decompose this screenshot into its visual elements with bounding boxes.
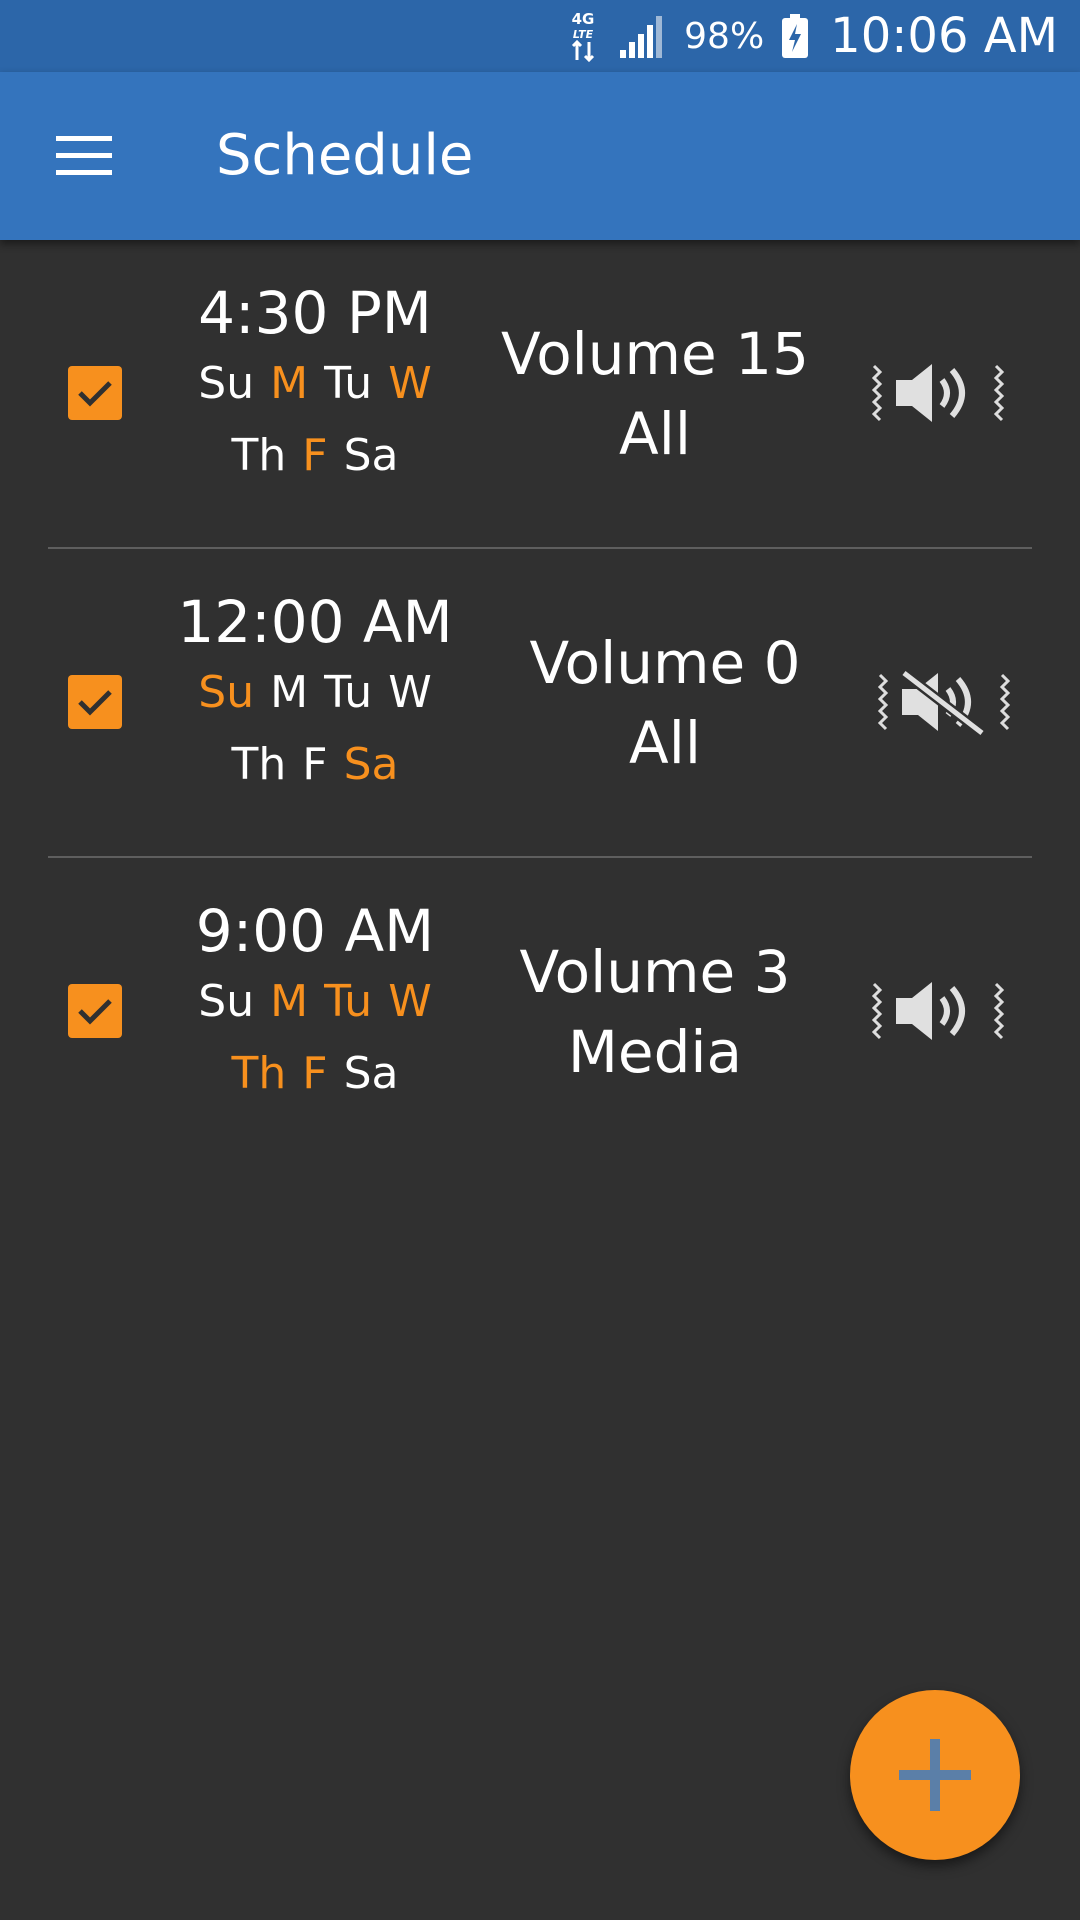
volume-stream: All — [629, 709, 701, 777]
status-clock: 10:06 AM — [830, 8, 1058, 64]
status-bar: 4G LTE 98% 10:06 AM — [0, 0, 1080, 72]
day-thursday: Th — [231, 1048, 287, 1099]
days-line-2: Th F Sa — [150, 1038, 480, 1110]
check-icon — [78, 690, 112, 716]
day-saturday: Sa — [343, 1048, 399, 1099]
volume-stream: All — [619, 400, 691, 468]
schedule-time: 4:30 PM — [198, 279, 432, 347]
enabled-checkbox[interactable] — [68, 366, 122, 420]
schedule-time-block: 12:00 AM Su M Tu W Th F Sa — [150, 587, 480, 801]
schedule-list: 4:30 PM Su M Tu W Th F Sa Volume 15 All — [0, 240, 1080, 1167]
day-friday: F — [302, 1048, 328, 1099]
day-sunday: Su — [198, 667, 255, 718]
days-line-1: Su M Tu W — [150, 348, 480, 420]
days-line-1: Su M Tu W — [150, 966, 480, 1038]
mute-vibrate-icon — [877, 669, 1011, 737]
day-saturday: Sa — [343, 739, 399, 790]
check-icon — [78, 381, 112, 407]
schedule-time: 9:00 AM — [195, 897, 435, 965]
lte-icon: 4G LTE — [566, 8, 600, 64]
add-schedule-button[interactable] — [850, 1690, 1020, 1860]
check-icon — [78, 999, 112, 1025]
volume-block: Volume 3 Media — [480, 932, 830, 1092]
volume-level: Volume 0 — [529, 629, 801, 697]
day-tuesday: Tu — [324, 667, 373, 718]
volume-level: Volume 3 — [519, 938, 791, 1006]
day-monday: M — [270, 667, 309, 718]
schedule-row[interactable]: 12:00 AM Su M Tu W Th F Sa Volume 0 All — [0, 549, 1080, 858]
signal-icon — [616, 12, 668, 60]
app-bar: Schedule — [0, 72, 1080, 240]
day-wednesday: W — [388, 976, 432, 1027]
day-tuesday: Tu — [324, 358, 373, 409]
svg-text:4G: 4G — [572, 10, 595, 28]
page-title: Schedule — [216, 123, 474, 188]
hamburger-menu-icon — [56, 136, 112, 175]
day-monday: M — [270, 358, 309, 409]
battery-charging-icon — [780, 12, 810, 60]
day-thursday: Th — [231, 430, 287, 481]
day-friday: F — [302, 430, 328, 481]
plus-icon — [899, 1739, 971, 1811]
day-sunday: Su — [198, 976, 255, 1027]
day-wednesday: W — [388, 667, 432, 718]
volume-level: Volume 15 — [501, 320, 809, 388]
schedule-time: 12:00 AM — [177, 588, 453, 656]
schedule-row[interactable]: 4:30 PM Su M Tu W Th F Sa Volume 15 All — [0, 240, 1080, 549]
day-saturday: Sa — [343, 430, 399, 481]
volume-vibrate-icon — [871, 982, 1005, 1040]
volume-stream: Media — [567, 1018, 743, 1086]
day-sunday: Su — [198, 358, 255, 409]
volume-vibrate-icon — [871, 364, 1005, 422]
schedule-row[interactable]: 9:00 AM Su M Tu W Th F Sa Volume 3 Media — [0, 858, 1080, 1167]
day-monday: M — [270, 976, 309, 1027]
day-friday: F — [302, 739, 328, 790]
volume-block: Volume 15 All — [480, 314, 830, 474]
battery-percentage: 98% — [684, 15, 765, 57]
enabled-checkbox[interactable] — [68, 675, 122, 729]
menu-button[interactable] — [38, 116, 130, 196]
days-line-2: Th F Sa — [150, 420, 480, 492]
svg-text:LTE: LTE — [573, 28, 594, 41]
schedule-time-block: 9:00 AM Su M Tu W Th F Sa — [150, 896, 480, 1110]
day-tuesday: Tu — [324, 976, 373, 1027]
schedule-time-block: 4:30 PM Su M Tu W Th F Sa — [150, 278, 480, 492]
day-thursday: Th — [231, 739, 287, 790]
enabled-checkbox[interactable] — [68, 984, 122, 1038]
days-line-2: Th F Sa — [150, 729, 480, 801]
day-wednesday: W — [388, 358, 432, 409]
days-line-1: Su M Tu W — [150, 657, 480, 729]
volume-block: Volume 0 All — [490, 623, 840, 783]
